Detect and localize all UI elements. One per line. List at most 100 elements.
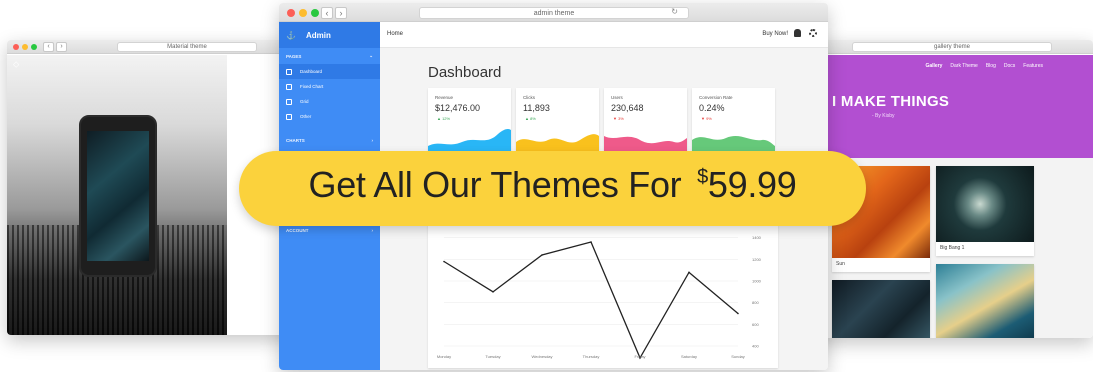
gear-icon[interactable] [809, 29, 817, 37]
stat-change: ▼ 3% [613, 116, 624, 121]
sidebar-section-charts[interactable]: CHARTS › [279, 132, 380, 148]
breadcrumb-home[interactable]: Home [387, 31, 403, 37]
sidebar-item-other[interactable]: Other [279, 109, 380, 124]
phone-screen [87, 131, 149, 261]
back-button[interactable]: ‹ [43, 42, 54, 52]
gallery-card[interactable] [936, 264, 1034, 338]
close-dot-icon[interactable] [13, 44, 19, 50]
minimize-dot-icon[interactable] [22, 44, 28, 50]
data-point[interactable] [443, 260, 445, 263]
hero-subtitle: - By Kisby [872, 113, 895, 119]
gallery-image [936, 166, 1034, 242]
section-label: ACCOUNT [286, 227, 309, 233]
stat-card-clicks[interactable]: Clicks 11,893 ▲ 8% [516, 88, 599, 152]
stat-change: ▲ 12% [437, 116, 451, 121]
sidebar-item-dashboard[interactable]: Dashboard [279, 64, 380, 79]
hero-title: I MAKE THINGS [832, 93, 950, 110]
data-point[interactable] [590, 241, 592, 243]
window-titlebar: gallery theme [812, 40, 1093, 54]
minimize-dot-icon[interactable] [299, 9, 307, 17]
buy-now-link[interactable]: Buy Now! [762, 31, 788, 37]
users-sparkline [604, 136, 687, 152]
card-caption: Sun [836, 261, 845, 267]
stat-change: ▼ 9% [701, 116, 712, 121]
x-tick-label: Thursday [583, 354, 600, 359]
y-tick-label: 400 [752, 344, 759, 349]
banner-currency: $ [697, 166, 708, 188]
list-icon [286, 83, 292, 90]
close-dot-icon[interactable] [287, 9, 295, 17]
stat-value: 230,648 [611, 103, 644, 113]
y-tick-label: 1000 [752, 279, 762, 284]
revenue-sparkline [428, 129, 511, 152]
nav-dark-theme[interactable]: Dark Theme [950, 63, 977, 69]
back-button[interactable]: ‹ [321, 7, 333, 19]
top-nav: Gallery Dark Theme Blog Docs Features [925, 63, 1043, 69]
hero-banner: Gallery Dark Theme Blog Docs Features I … [812, 55, 1093, 158]
y-tick-label: 1200 [752, 257, 762, 262]
history-buttons: ‹ › [321, 7, 347, 19]
stat-value: 11,893 [523, 103, 550, 113]
sidebar-item-label: Dashboard [300, 69, 323, 74]
reload-icon[interactable]: ↻ [671, 7, 678, 16]
chevron-right-icon: › [371, 227, 374, 233]
nav-features[interactable]: Features [1023, 63, 1043, 69]
brand-name[interactable]: Admin [306, 31, 331, 40]
stat-label: Revenue [435, 95, 454, 100]
x-tick-label: Friday [634, 354, 645, 359]
sidebar-item-grid[interactable]: Grid [279, 94, 380, 109]
x-tick-label: Monday [437, 354, 451, 359]
weekly-line-chart: 1400 1200 1000 800 600 400 Monday Tuesday Wednes… [428, 208, 778, 368]
history-buttons: ‹ › [43, 42, 67, 52]
stat-card-users[interactable]: Users 230,648 ▼ 3% [604, 88, 687, 152]
x-tick-label: Tuesday [485, 354, 500, 359]
x-tick-label: Sunday [731, 354, 745, 359]
phone-mockup [79, 115, 157, 277]
y-tick-label: 1400 [752, 235, 762, 240]
forward-button[interactable]: › [335, 7, 347, 19]
forest-photo: ⬦ [7, 55, 227, 335]
address-bar[interactable]: Material theme [117, 42, 257, 52]
nav-gallery[interactable]: Gallery [925, 63, 942, 69]
gallery-card[interactable] [832, 280, 930, 338]
data-point[interactable] [492, 291, 494, 293]
banner-text: Get All Our Themes For [308, 164, 682, 205]
maximize-dot-icon[interactable] [31, 44, 37, 50]
sidebar-item-fixed-chart[interactable]: Fixed Chart [279, 79, 380, 94]
address-bar[interactable]: gallery theme [852, 42, 1052, 52]
logo-icon[interactable]: ⬦ [13, 59, 19, 70]
stat-label: Users [611, 95, 623, 100]
section-label: CHARTS [286, 137, 305, 143]
banner-text-group: Get All Our Themes For $59.99 [309, 164, 797, 206]
data-point[interactable] [688, 271, 690, 274]
window-titlebar: ‹ › admin theme ↻ [279, 3, 828, 22]
stat-card-conversion[interactable]: Conversion Rate 0.24% ▼ 9% [692, 88, 775, 152]
sidebar-item-label: Grid [300, 99, 309, 104]
chevron-right-icon: › [371, 137, 374, 143]
stat-label: Clicks [523, 95, 535, 100]
promo-banner[interactable]: Get All Our Themes For $59.99 [239, 151, 866, 226]
nav-docs[interactable]: Docs [1004, 63, 1015, 69]
y-tick-label: 600 [752, 322, 759, 327]
clicks-sparkline [516, 134, 599, 152]
nav-blog[interactable]: Blog [986, 63, 996, 69]
address-bar[interactable]: admin theme [419, 7, 689, 19]
sidebar-section-pages[interactable]: PAGES ⌄ [279, 48, 380, 64]
gallery-card[interactable]: Big Bang 1 [936, 166, 1034, 256]
stat-value: $12,476.00 [435, 103, 481, 113]
sidebar-item-label: Other [300, 114, 312, 119]
window-titlebar: ‹ › Material theme [7, 40, 297, 54]
stat-card-revenue[interactable]: Revenue $12,476.00 ▲ 12% [428, 88, 511, 152]
window-controls [13, 44, 37, 50]
brand-logo-icon[interactable]: ⚓ [286, 31, 296, 40]
forward-button[interactable]: › [56, 42, 67, 52]
data-point[interactable] [541, 254, 543, 256]
bell-icon[interactable] [794, 29, 801, 37]
section-label: PAGES [286, 53, 302, 59]
stat-value: 0.24% [699, 103, 725, 113]
sidebar-header: ⚓ Admin [279, 22, 380, 48]
promo-stage: ‹ › Material theme ⬦ gallery theme Galle… [0, 0, 1093, 372]
gallery-image [832, 280, 930, 338]
maximize-dot-icon[interactable] [311, 9, 319, 17]
data-point[interactable] [737, 312, 739, 315]
